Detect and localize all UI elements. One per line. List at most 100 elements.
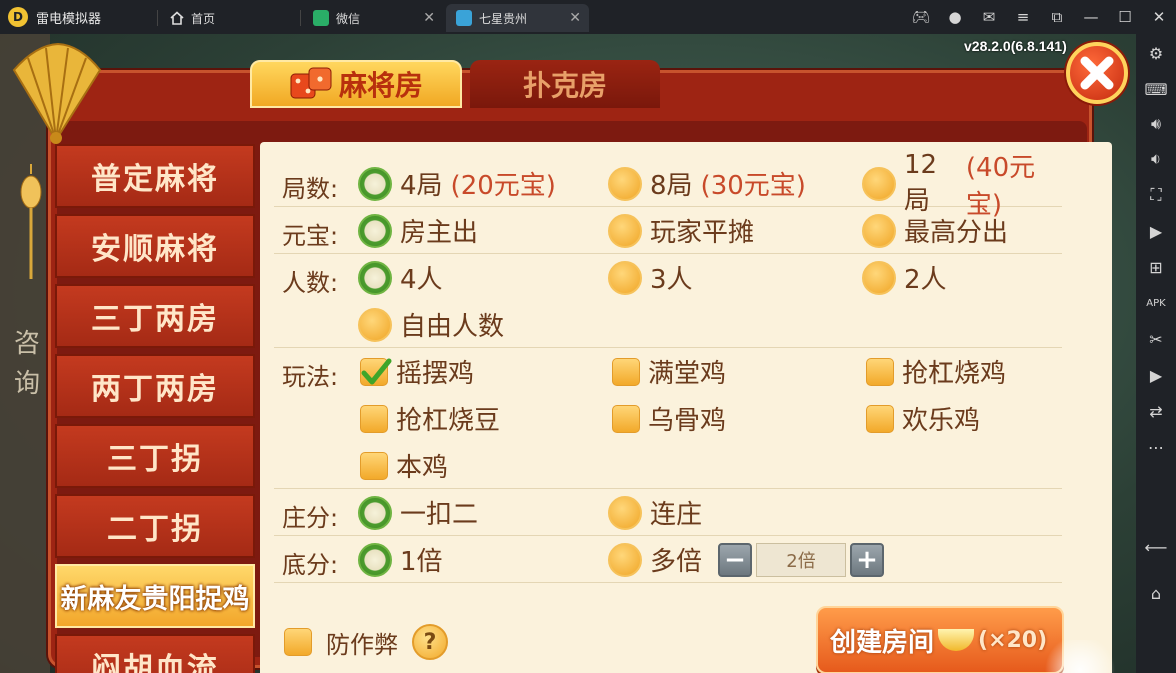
radio-selected-icon[interactable] (358, 260, 392, 295)
radio-icon[interactable] (608, 495, 642, 530)
apk-icon[interactable]: APK (1136, 288, 1176, 318)
option-ingot-split[interactable]: 玩家平摊 (608, 207, 754, 254)
base-score-label: 底分: (282, 551, 339, 579)
radio-icon[interactable] (862, 166, 896, 201)
option-rule-qianggang-shaoji[interactable]: 抢杠烧鸡 (866, 348, 1006, 395)
option-rule-qianggang-shaodou[interactable]: 抢杠烧豆 (360, 395, 500, 442)
checkbox-icon[interactable] (284, 628, 312, 656)
option-dealer-lianzhuang[interactable]: 连庄 (608, 489, 702, 536)
create-room-label: 创建房间 (830, 627, 935, 658)
option-base-1x[interactable]: 1倍 (358, 536, 443, 583)
create-room-button[interactable]: 创建房间 (×20) (816, 606, 1064, 673)
tab-qixing-guizhou[interactable]: 七星贵州 ✕ (446, 4, 589, 32)
radio-selected-icon[interactable] (358, 542, 392, 577)
tab-mahjong-room[interactable]: 麻将房 (250, 60, 462, 108)
keyboard-icon[interactable]: ⌨ (1136, 74, 1176, 104)
rounds-label: 局数: (282, 175, 339, 203)
option-players-4[interactable]: 4人 (358, 254, 443, 301)
dice-icon (290, 67, 332, 99)
option-rule-benji[interactable]: 本鸡 (360, 442, 448, 489)
option-rule-yaobaiji[interactable]: 摇摆鸡 (360, 348, 474, 395)
close-icon[interactable]: ✕ (423, 10, 435, 26)
mail-icon[interactable]: ✉ (972, 0, 1006, 34)
option-players-free[interactable]: 自由人数 (358, 301, 504, 348)
play-icon[interactable]: ▶ (1136, 360, 1176, 390)
menu-icon[interactable]: ≡ (1006, 0, 1040, 34)
checkbox-icon[interactable] (866, 404, 894, 433)
menu-item-label: 两丁两房 (91, 372, 219, 407)
back-icon[interactable]: ⟵ (1136, 532, 1176, 562)
more-icon[interactable]: ⋯ (1136, 432, 1176, 462)
emulator-app-name: 雷电模拟器 (36, 11, 102, 27)
option-rounds-12[interactable]: 12局 (40元宝) (862, 150, 1062, 220)
option-row-players: 人数: 4人 3人 2人 (274, 254, 1062, 301)
option-rounds-8[interactable]: 8局 (30元宝) (608, 160, 806, 207)
menu-item-anshun-mahjong[interactable]: 安顺麻将 (55, 214, 255, 278)
popout-icon[interactable]: ⧉ (1040, 0, 1074, 34)
option-text: 4局 (400, 171, 443, 201)
radio-selected-icon[interactable] (358, 166, 392, 201)
help-icon[interactable]: ? (412, 624, 448, 660)
radio-icon[interactable] (608, 542, 642, 577)
close-dialog-button[interactable] (1066, 42, 1128, 104)
option-base-multi[interactable]: 多倍 − 2倍 + (608, 536, 885, 583)
radio-icon[interactable] (608, 213, 642, 248)
option-players-3[interactable]: 3人 (608, 254, 693, 301)
option-text: 房主出 (400, 218, 479, 248)
menu-item-sanding-guai[interactable]: 三丁拐 (55, 424, 255, 488)
option-dealer-yikouer[interactable]: 一扣二 (358, 489, 478, 536)
menu-item-erding-guai[interactable]: 二丁拐 (55, 494, 255, 558)
home-icon[interactable]: ⌂ (1136, 578, 1176, 608)
radio-selected-icon[interactable] (358, 213, 392, 248)
close-window-icon[interactable]: ✕ (1142, 0, 1176, 34)
record-icon[interactable]: ▶ (1136, 216, 1176, 246)
option-ingot-highest[interactable]: 最高分出 (862, 207, 1008, 254)
option-rule-mantangji[interactable]: 满堂鸡 (612, 348, 726, 395)
checkbox-icon[interactable] (612, 357, 640, 386)
settings-icon[interactable]: ⚙ (1136, 38, 1176, 68)
radio-icon[interactable] (608, 260, 642, 295)
radio-icon[interactable] (358, 307, 392, 342)
menu-item-sanding-liangfang[interactable]: 三丁两房 (55, 284, 255, 348)
emulator-toolbar: ⚙ ⌨ 🔊︎ 🔉︎ ⛶ ▶ ⊞ APK ✂ ▶ ⇄ ⋯ ⟵ ⌂ (1136, 34, 1176, 673)
menu-item-label: 二丁拐 (107, 512, 203, 547)
scissors-icon[interactable]: ✂ (1136, 324, 1176, 354)
option-row-rounds: 局数: 4局 (20元宝) 8局 (30元宝) 12局 (40元宝) (274, 150, 1062, 220)
radio-selected-icon[interactable] (358, 495, 392, 530)
menu-item-guiyang-zhuoji[interactable]: 新麻友贵阳捉鸡 (55, 564, 255, 628)
screenshot-icon[interactable]: ⛶ (1136, 180, 1176, 210)
checkbox-icon[interactable] (360, 451, 388, 480)
option-text: 8局 (650, 171, 693, 201)
option-rounds-4[interactable]: 4局 (20元宝) (358, 160, 556, 207)
increment-button[interactable]: + (850, 542, 885, 577)
option-rule-wuguji[interactable]: 乌骨鸡 (612, 395, 726, 442)
volume-up-icon[interactable]: 🔊︎ (1136, 109, 1176, 139)
anti-cheat-option[interactable]: 防作弊 ? (284, 624, 448, 660)
option-ingot-owner[interactable]: 房主出 (358, 207, 478, 254)
menu-item-liangding-liangfang[interactable]: 两丁两房 (55, 354, 255, 418)
maximize-icon[interactable]: ☐ (1108, 0, 1142, 34)
checkbox-icon[interactable] (360, 404, 388, 433)
tab-poker-room[interactable]: 扑克房 (470, 60, 660, 108)
option-rule-huanleji[interactable]: 欢乐鸡 (866, 395, 980, 442)
radio-icon[interactable] (862, 260, 896, 295)
add-window-icon[interactable]: ⊞ (1136, 252, 1176, 282)
gamepad-icon[interactable]: 🎮︎ (904, 0, 938, 34)
option-players-2[interactable]: 2人 (862, 254, 947, 301)
decrement-button[interactable]: − (718, 542, 753, 577)
menu-item-puding-mahjong[interactable]: 普定麻将 (55, 144, 255, 208)
sync-icon[interactable]: ⇄ (1136, 396, 1176, 426)
option-text: 摇摆鸡 (396, 359, 475, 389)
radio-icon[interactable] (862, 213, 896, 248)
user-icon[interactable]: ● (938, 0, 972, 34)
radio-icon[interactable] (608, 166, 642, 201)
tab-home[interactable]: 首页 (160, 4, 300, 32)
checkbox-icon[interactable] (866, 357, 894, 386)
checkbox-checked-icon[interactable] (360, 357, 392, 386)
close-icon[interactable]: ✕ (569, 10, 581, 26)
menu-item-menhu-xueliu[interactable]: 闷胡血流 (55, 634, 255, 673)
tab-wechat[interactable]: 微信 ✕ (303, 4, 443, 32)
minimize-icon[interactable]: — (1074, 0, 1108, 34)
checkbox-icon[interactable] (612, 404, 640, 433)
volume-down-icon[interactable]: 🔉︎ (1136, 144, 1176, 174)
